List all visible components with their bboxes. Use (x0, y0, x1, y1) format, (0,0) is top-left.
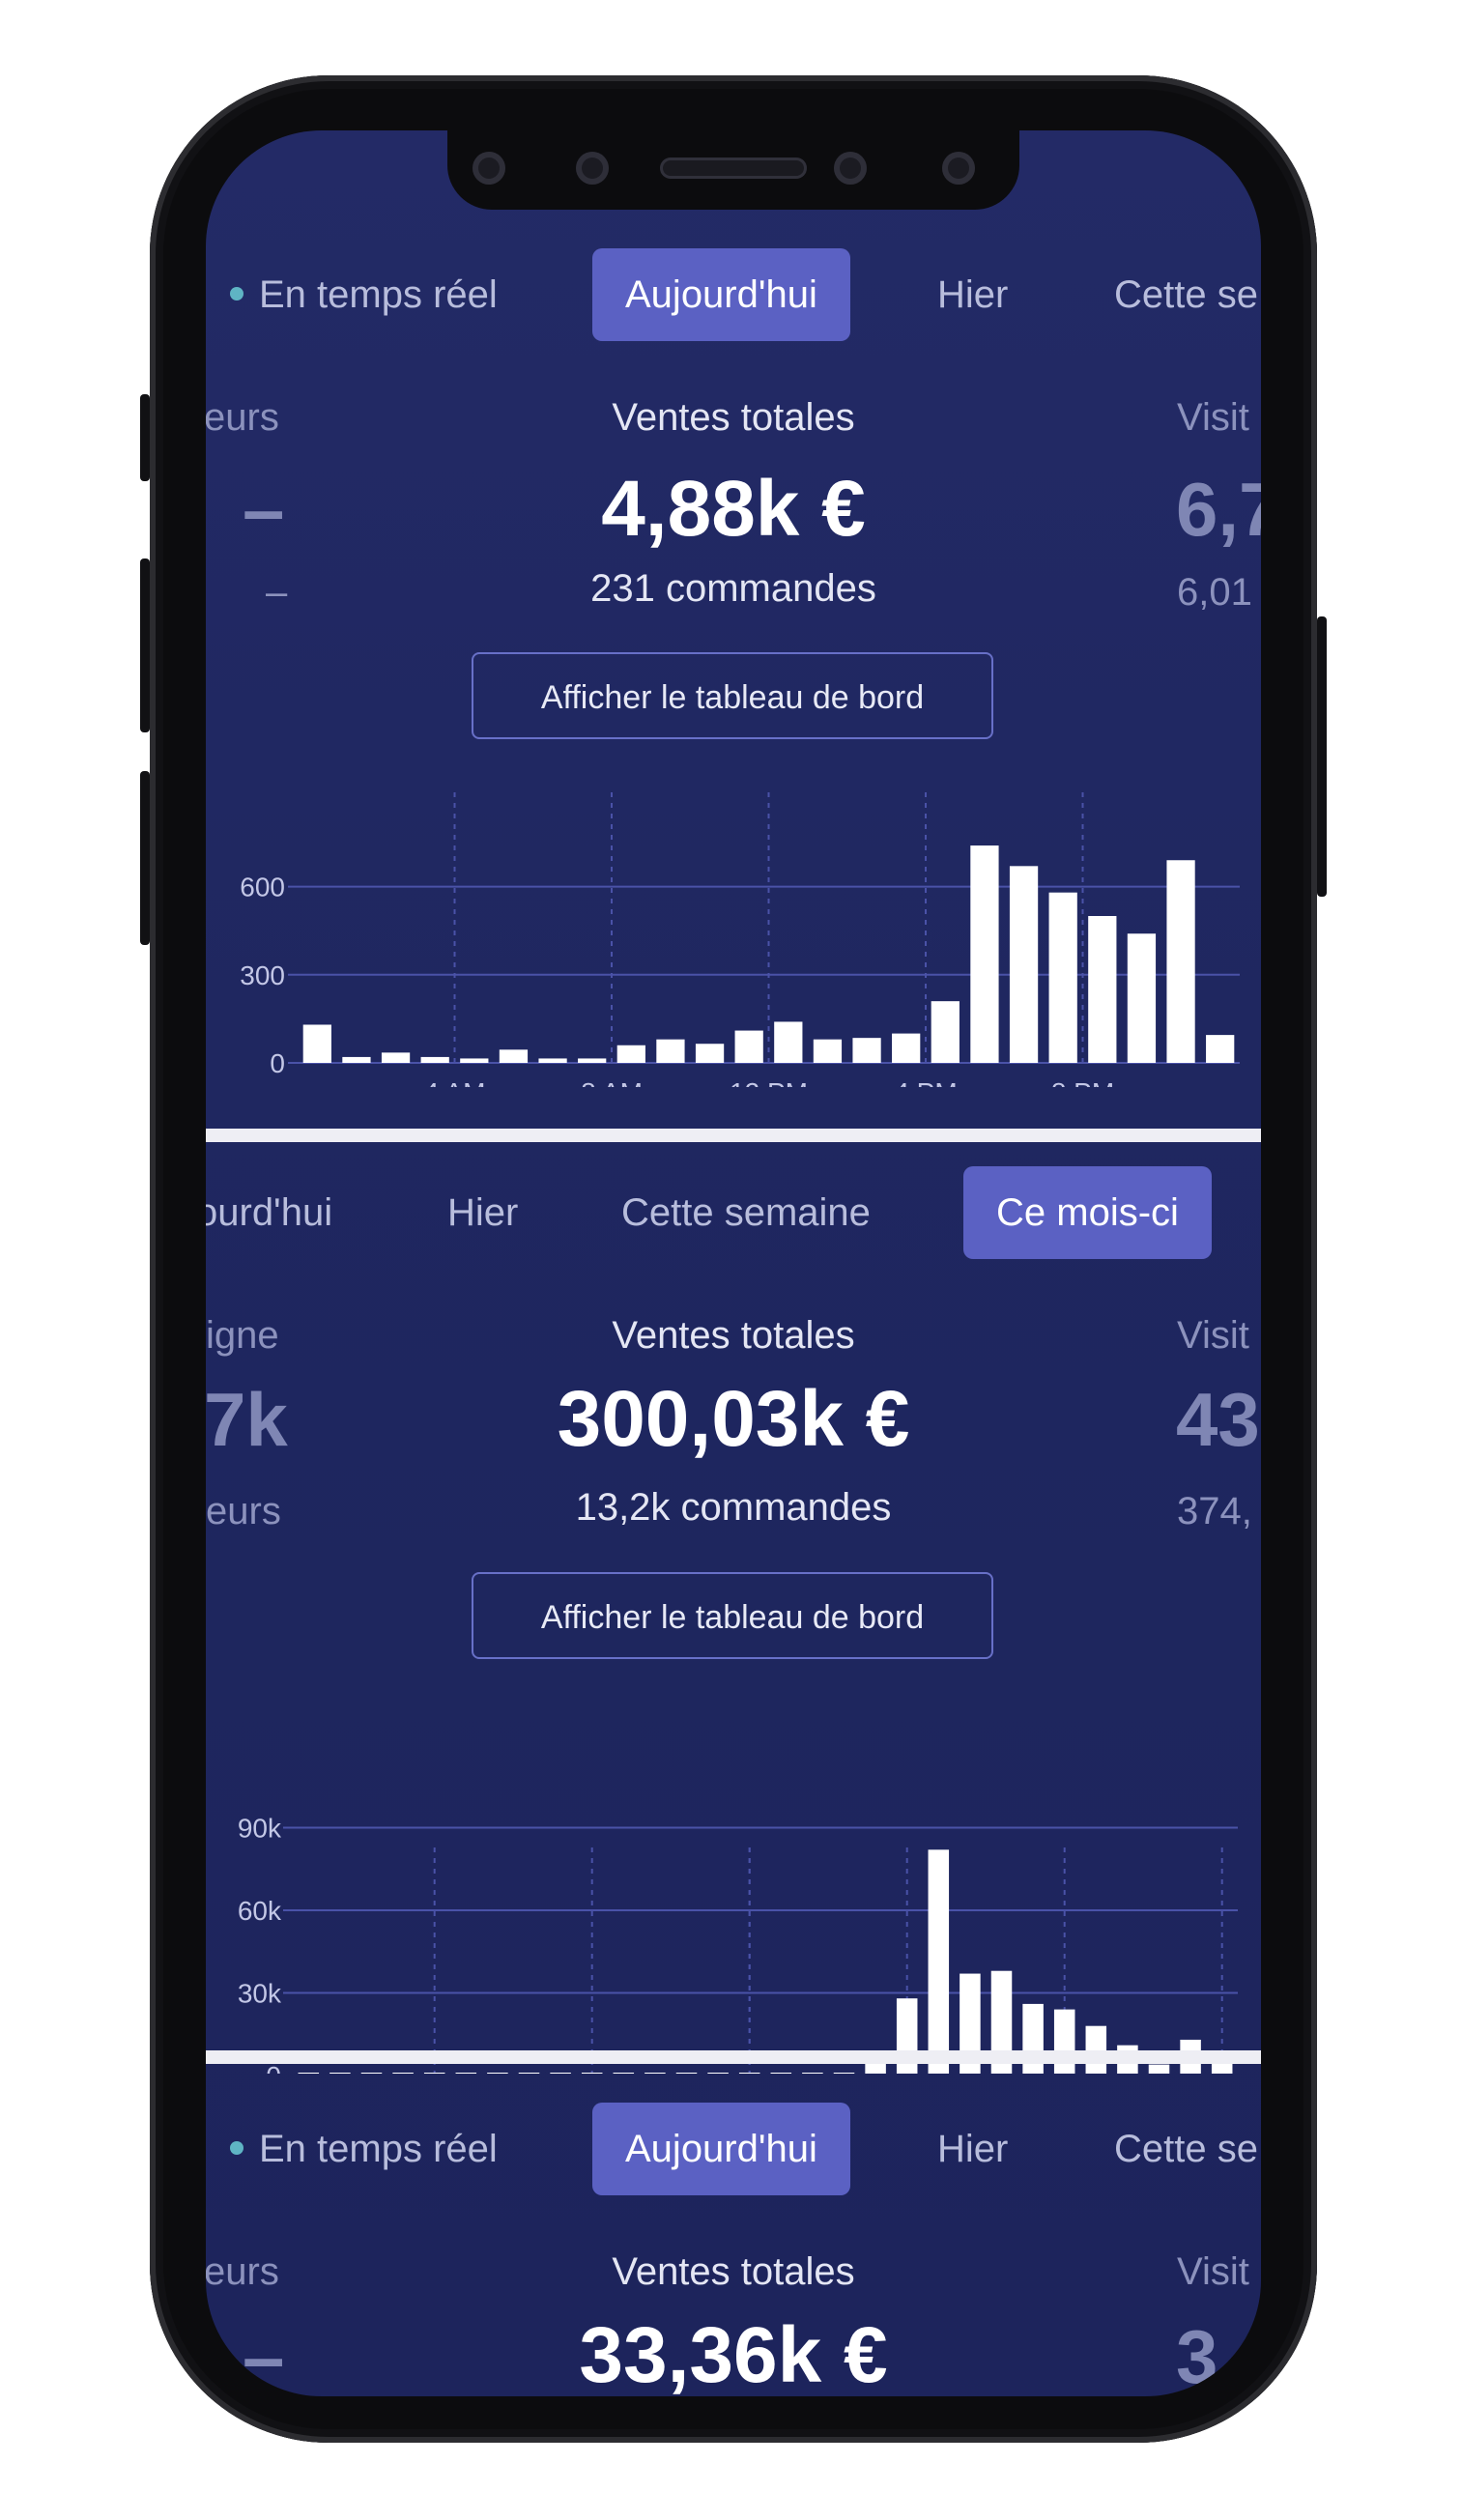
bar (616, 1045, 645, 1063)
sensor-icon (942, 152, 975, 185)
tab-yesterday[interactable]: Hier (937, 2103, 1008, 2195)
bar (656, 1039, 685, 1063)
speaker-grille (660, 158, 807, 179)
bar (420, 1056, 449, 1063)
bar (734, 1030, 763, 1063)
bar (928, 1849, 950, 2074)
bar (813, 1039, 843, 1063)
bar (538, 1058, 567, 1063)
bar (852, 1038, 881, 1063)
y-tick-label: 0 (270, 1048, 285, 1078)
tab-this-week[interactable]: Cette se (1114, 2103, 1258, 2195)
bar (1206, 1035, 1235, 1063)
bar (460, 1058, 489, 1063)
sensor-icon (834, 152, 867, 185)
y-tick-label: 60k (238, 1896, 282, 1926)
x-tick-label: 4 AM (424, 1077, 486, 1087)
hourly-sales-chart: 0 300 600 4 AM 8 AM 12 PM 4 PM 8 PM (240, 792, 1240, 1087)
tab-realtime[interactable]: En temps réel (259, 2103, 498, 2195)
x-tick-label: 4 PM (894, 1077, 957, 1087)
power-button (1317, 616, 1327, 897)
x-tick-label: 8 AM (581, 1077, 643, 1087)
x-tick-label: 12 PM (730, 1077, 808, 1087)
camera-icon (473, 152, 505, 185)
panel-today: En temps réel Aujourd'hui Hier Cette se … (206, 130, 1261, 1092)
divider (206, 2050, 1261, 2064)
bar (1048, 892, 1077, 1063)
volume-down-button (140, 771, 150, 945)
bar (499, 1049, 529, 1063)
right-stat-value: 3 (1176, 2314, 1218, 2396)
bar (1166, 860, 1195, 1063)
bar (695, 1044, 725, 1063)
panel-today-repeat: En temps réel Aujourd'hui Hier Cette se … (206, 2064, 1261, 2396)
live-indicator-icon (230, 2141, 244, 2155)
bar (302, 1024, 331, 1063)
bar (774, 1021, 803, 1063)
daily-sales-chart: 030k60k90k51015202530 (238, 1814, 1238, 2074)
bar (342, 1056, 371, 1063)
bar (892, 1033, 921, 1063)
sensor-icon (576, 152, 609, 185)
panel-this-month: ourd'hui Hier Cette semaine Ce mois-ci i… (206, 1142, 1261, 2074)
total-sales-value: 33,36k € (579, 2311, 888, 2396)
y-tick-label: 30k (238, 1979, 282, 2009)
total-sales-label: Ventes totales (612, 2250, 855, 2293)
bar (1127, 933, 1157, 1063)
bar (970, 845, 999, 1063)
x-tick-label: 8 PM (1051, 1077, 1114, 1087)
y-tick-label: 600 (240, 873, 285, 902)
bar (931, 1001, 960, 1063)
notch (447, 130, 1019, 210)
divider (206, 1129, 1261, 1142)
y-tick-label: 300 (240, 960, 285, 990)
bar (1009, 866, 1039, 1063)
y-tick-label: 90k (238, 1814, 282, 1844)
mute-switch (140, 394, 150, 481)
bar (578, 1058, 607, 1063)
bar (381, 1052, 411, 1063)
tab-today[interactable]: Aujourd'hui (592, 2103, 850, 2195)
right-stat-label: Visit (1177, 2250, 1249, 2293)
bar (1088, 916, 1117, 1063)
phone-screen: En temps réel Aujourd'hui Hier Cette se … (206, 130, 1261, 2396)
volume-up-button (140, 558, 150, 732)
